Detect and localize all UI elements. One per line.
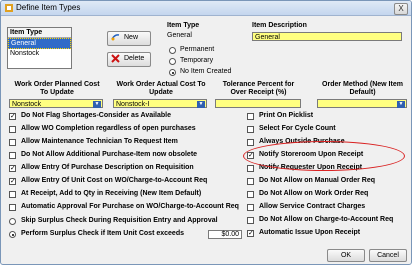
chevron-down-icon[interactable]: ▼ [197,101,205,108]
skip-surplus-label: Skip Surplus Check During Requisition En… [21,217,218,224]
planned-cost-value: Nonstock [12,101,42,108]
perform-surplus-label: Perform Surplus Check if Item Unit Cost … [21,230,184,237]
chevron-down-icon[interactable]: ▼ [397,101,405,108]
no-item-created-radio[interactable] [169,69,176,76]
temporary-label: Temporary [180,57,214,64]
cancel-button[interactable]: Cancel [369,249,407,262]
list-header: Item Type [8,28,71,38]
checkbox-right-7[interactable] [247,204,254,211]
checkbox-left-7[interactable] [9,204,16,211]
check-label: Allow Service Contract Charges [259,203,366,210]
new-button[interactable]: New [107,31,151,46]
no-item-created-label: No Item Created [180,68,232,75]
check-label: Allow Entry Of Unit Cost on WO/Charge-to… [21,177,208,184]
check-label: Automatic Approval For Purchase on WO/Ch… [21,203,239,210]
item-description-label: Item Description [252,22,307,29]
actual-cost-header: Work Order Actual Cost To Update [116,81,206,96]
permanent-label: Permanent [180,46,215,53]
window-title: Define Item Types [16,3,81,12]
planned-cost-header: Work Order Planned Cost To Update [14,81,100,96]
new-label: New [124,34,139,41]
list-item[interactable]: Nonstock [8,49,71,58]
order-method-dropdown[interactable]: ▼ [317,99,407,108]
actual-cost-dropdown[interactable]: Nonstock-I ▼ [113,99,207,108]
tolerance-field[interactable] [215,99,301,108]
title-bar: Define Item Types X [1,1,411,16]
checkbox-right-1[interactable] [247,126,254,133]
tolerance-header: Tolerance Percent for Over Receipt (%) [222,81,295,96]
checkbox-left-2[interactable] [9,139,16,146]
checkbox-right-4[interactable] [247,165,254,172]
delete-icon [111,54,120,63]
check-label: Do Not Allow on Charge-to-Account Req [259,216,394,223]
surplus-amount-field[interactable]: $0.00 [208,230,242,239]
delete-label: Delete [124,55,145,62]
checkbox-right-8[interactable] [247,217,254,224]
check-label: Do Not Flag Shortages-Consider as Availa… [21,112,172,119]
item-description-field[interactable]: General [252,32,402,41]
checkbox-left-3[interactable] [9,152,16,159]
checkbox-left-6[interactable] [9,191,16,198]
checkbox-right-9[interactable]: ✓ [247,230,254,237]
checkbox-right-2[interactable] [247,139,254,146]
item-type-list[interactable]: Item Type General Nonstock [7,27,72,69]
ok-button[interactable]: OK [327,249,365,262]
check-label: Automatic Issue Upon Receipt [259,229,361,236]
perform-surplus-radio[interactable] [9,231,16,238]
planned-cost-dropdown[interactable]: Nonstock ▼ [9,99,103,108]
temporary-radio[interactable] [169,58,176,65]
list-item[interactable]: General [8,38,71,49]
checkbox-left-1[interactable] [9,126,16,133]
new-icon [111,33,120,42]
check-label: Do Not Allow on Manual Order Req [259,177,376,184]
close-button[interactable]: X [394,3,408,15]
item-type-value: General [167,32,192,39]
checkbox-right-6[interactable] [247,191,254,198]
item-type-label: Item Type [167,22,200,29]
highlight-ellipse [243,141,405,171]
check-label: Allow Maintenance Technician To Request … [21,138,178,145]
checkbox-right-5[interactable] [247,178,254,185]
delete-button[interactable]: Delete [107,52,151,67]
check-label: Do Not Allow Additional Purchase-Item no… [21,151,198,158]
skip-surplus-radio[interactable] [9,218,16,225]
checkbox-left-5[interactable]: ✓ [9,178,16,185]
check-label: Do Not Allow on Work Order Req [259,190,369,197]
permanent-radio[interactable] [169,47,176,54]
checkbox-left-4[interactable]: ✓ [9,165,16,172]
checkbox-left-0[interactable]: ✓ [9,113,16,120]
app-icon [5,4,13,12]
chevron-down-icon[interactable]: ▼ [93,101,101,108]
checkbox-right-0[interactable] [247,113,254,120]
order-method-header: Order Method (New Item Default) [322,81,403,96]
check-label: Select For Cycle Count [259,125,336,132]
check-label: Allow Entry Of Purchase Description on R… [21,164,194,171]
check-label: Print On Picklist [259,112,314,119]
define-item-types-window: Define Item Types X Item Type General No… [0,0,412,265]
check-label: At Receipt, Add to Qty in Receiving (New… [21,190,202,197]
check-label: Allow WO Completion regardless of open p… [21,125,196,132]
actual-cost-value: Nonstock-I [116,101,150,108]
